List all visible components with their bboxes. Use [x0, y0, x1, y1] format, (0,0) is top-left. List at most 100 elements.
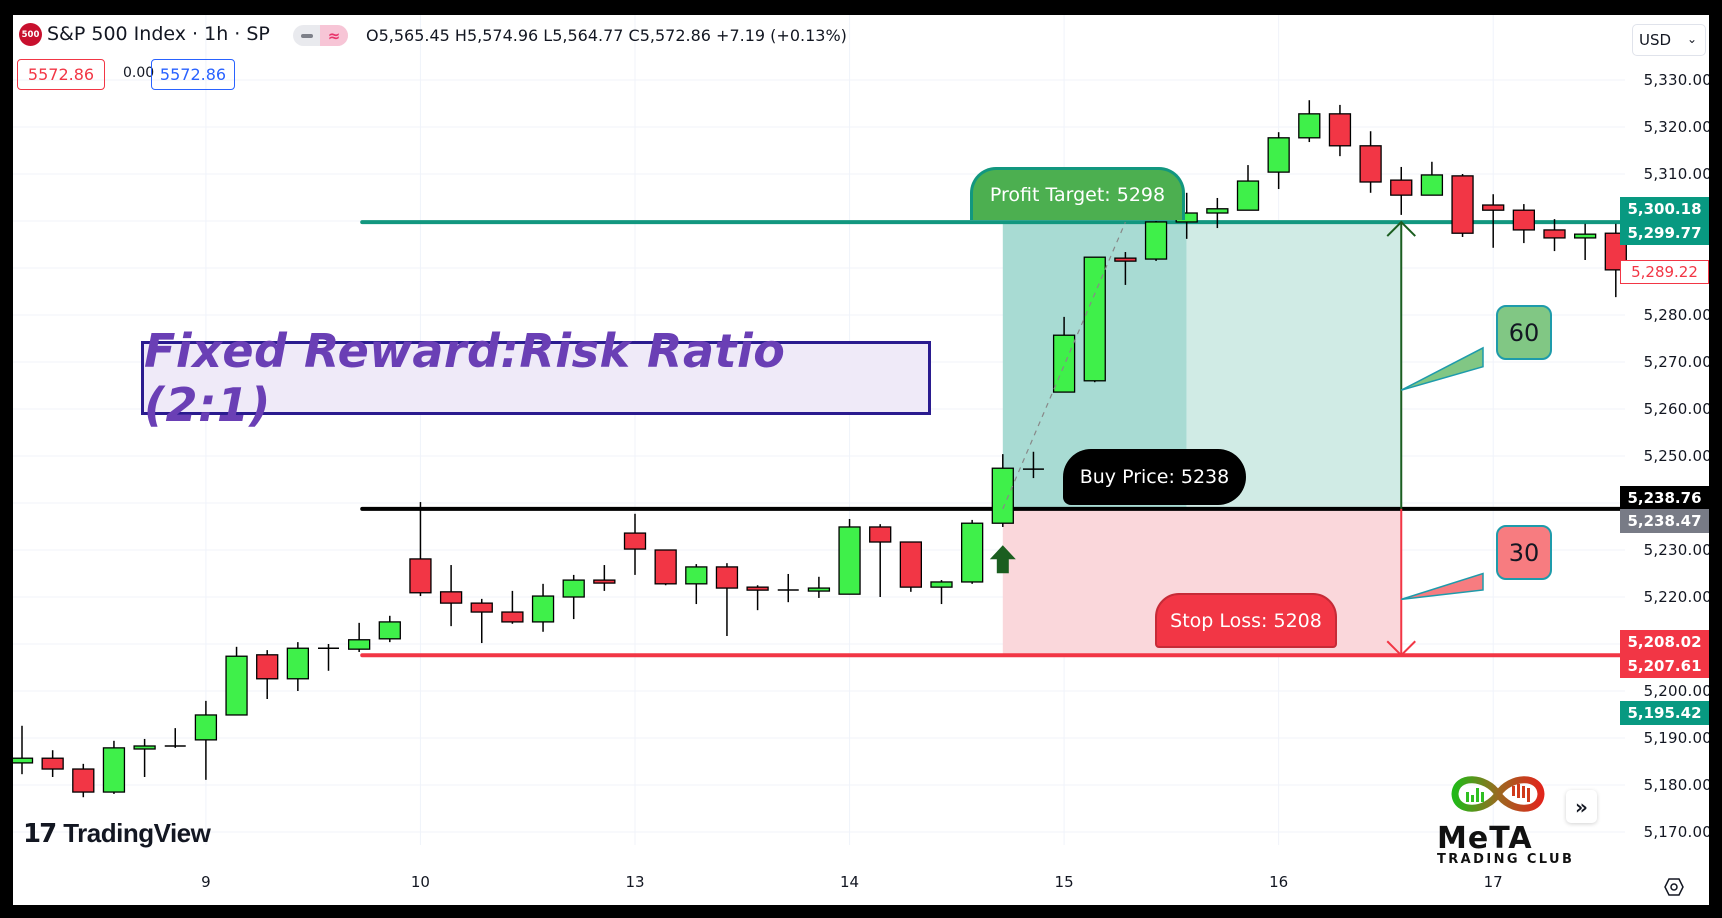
- scroll-to-realtime-button[interactable]: »: [1566, 790, 1597, 823]
- candle-down: [746, 585, 769, 611]
- price-tick-label: 5,200.00: [1643, 682, 1709, 700]
- candle-up: [930, 580, 953, 605]
- reward-callout[interactable]: 60: [1496, 305, 1552, 360]
- price-badge: 5,238.76: [1620, 485, 1709, 510]
- candle-up: [1420, 161, 1444, 196]
- candle-down: [256, 650, 279, 699]
- price-badge: 5,300.18: [1620, 197, 1709, 222]
- price-tick-label: 5,230.00: [1643, 541, 1709, 559]
- price-tick-label: 5,280.00: [1643, 306, 1709, 324]
- candle-body: [930, 581, 953, 588]
- candle-body: [715, 566, 739, 589]
- price-tick-label: 5,270.00: [1643, 353, 1709, 371]
- candle-up: [1236, 165, 1260, 211]
- time-tick-label: 17: [1483, 873, 1503, 891]
- price-badge: 5,208.02: [1620, 630, 1709, 655]
- candle-down: [470, 598, 493, 644]
- candle-body: [1206, 208, 1229, 214]
- time-tick-label: 10: [410, 873, 430, 891]
- time-tick-label: 16: [1269, 873, 1289, 891]
- price-tick-label: 5,310.00: [1643, 165, 1709, 183]
- candle-body: [1420, 174, 1444, 196]
- stop-loss-label[interactable]: Stop Loss: 5208: [1155, 593, 1337, 648]
- candle-body: [102, 747, 126, 793]
- candle-body: [501, 611, 524, 623]
- candle-down: [1512, 204, 1535, 244]
- candle-down: [623, 513, 647, 575]
- candle-up: [562, 574, 585, 620]
- price-tick-label: 5,220.00: [1643, 588, 1709, 606]
- risk-callout-pointer: [1401, 572, 1484, 601]
- candle-body: [1298, 113, 1321, 139]
- candle-body: [72, 768, 95, 793]
- time-tick-label: 15: [1054, 873, 1074, 891]
- candle-body: [838, 526, 861, 595]
- price-tick-label: 5,170.00: [1643, 823, 1709, 841]
- currency-select[interactable]: USD ⌄: [1632, 24, 1706, 56]
- hide-icon[interactable]: [293, 25, 320, 46]
- tradingview-logo[interactable]: 17 TradingView: [23, 818, 211, 849]
- settings-hex-icon[interactable]: [1664, 877, 1684, 897]
- candle-body: [531, 595, 555, 623]
- sell-button[interactable]: 5572.86: [17, 59, 105, 90]
- candle-body: [961, 522, 984, 583]
- candle-up: [838, 518, 861, 595]
- candle-up: [531, 583, 555, 632]
- candle-body: [562, 579, 585, 598]
- symbol-title[interactable]: S&P 500 Index · 1h · SP: [47, 23, 270, 45]
- candle-body: [286, 647, 310, 680]
- candle-body: [194, 714, 218, 741]
- buy-price-label[interactable]: Buy Price: 5238: [1063, 449, 1246, 505]
- candle-body: [654, 549, 677, 585]
- buy-button[interactable]: 5572.86: [151, 59, 235, 90]
- candle-up: [777, 573, 799, 603]
- candle-up: [225, 646, 248, 716]
- chevron-down-icon: ⌄: [1686, 32, 1697, 46]
- candle-down: [899, 541, 922, 592]
- risk-callout[interactable]: 30: [1496, 525, 1552, 580]
- candle-up: [378, 615, 401, 643]
- annotation-title-box[interactable]: Fixed Reward:Risk Ratio (2:1): [141, 324, 931, 432]
- candle-body: [807, 587, 831, 592]
- candle-down: [409, 502, 432, 597]
- candle-body: [256, 654, 279, 680]
- candle-body: [1144, 221, 1168, 260]
- candle-down: [1328, 104, 1352, 157]
- visibility-toggle[interactable]: ≈: [293, 25, 348, 46]
- compare-wave-icon[interactable]: ≈: [320, 25, 348, 46]
- candle-body: [409, 558, 432, 594]
- price-tick-label: 5,180.00: [1643, 776, 1709, 794]
- candle-body: [1451, 175, 1474, 234]
- candle-body: [1114, 257, 1137, 262]
- time-tick-label: 14: [840, 873, 860, 891]
- candle-body: [1236, 180, 1260, 211]
- position-zones: [1002, 222, 1402, 656]
- price-badge: 5,195.42: [1620, 700, 1709, 725]
- spread-value: 0.00: [123, 65, 155, 81]
- candle-up: [1144, 221, 1168, 261]
- candle-body: [378, 621, 401, 640]
- candle-body: [470, 602, 493, 613]
- candle-body: [41, 757, 64, 770]
- price-tick-label: 5,250.00: [1643, 447, 1709, 465]
- double-chevron-right-icon: »: [1575, 794, 1588, 819]
- profit-target-label[interactable]: Profit Target: 5298: [970, 167, 1185, 220]
- candle-down: [1359, 131, 1382, 193]
- candle-body: [991, 467, 1014, 524]
- candle-body: [1482, 204, 1505, 211]
- candle-up: [1267, 132, 1290, 190]
- currency-value: USD: [1639, 31, 1672, 49]
- candle-down: [593, 565, 616, 591]
- candle-down: [654, 549, 677, 586]
- price-badge: 5,207.61: [1620, 654, 1709, 679]
- price-badge: 5,238.47: [1620, 509, 1709, 534]
- candle-body: [685, 566, 708, 585]
- reward-callout-pointer: [1400, 346, 1484, 391]
- chart-frame[interactable]: 500 S&P 500 Index · 1h · SP ≈ O5,565.45 …: [13, 15, 1709, 905]
- candle-body: [1543, 229, 1566, 239]
- meta-infinity-logo-icon: [1451, 776, 1545, 812]
- symbol-logo[interactable]: 500: [19, 23, 42, 46]
- candle-up: [347, 622, 371, 652]
- ohlc-readout: O5,565.45 H5,574.96 L5,564.77 C5,572.86 …: [366, 26, 847, 45]
- candle-up: [286, 642, 310, 691]
